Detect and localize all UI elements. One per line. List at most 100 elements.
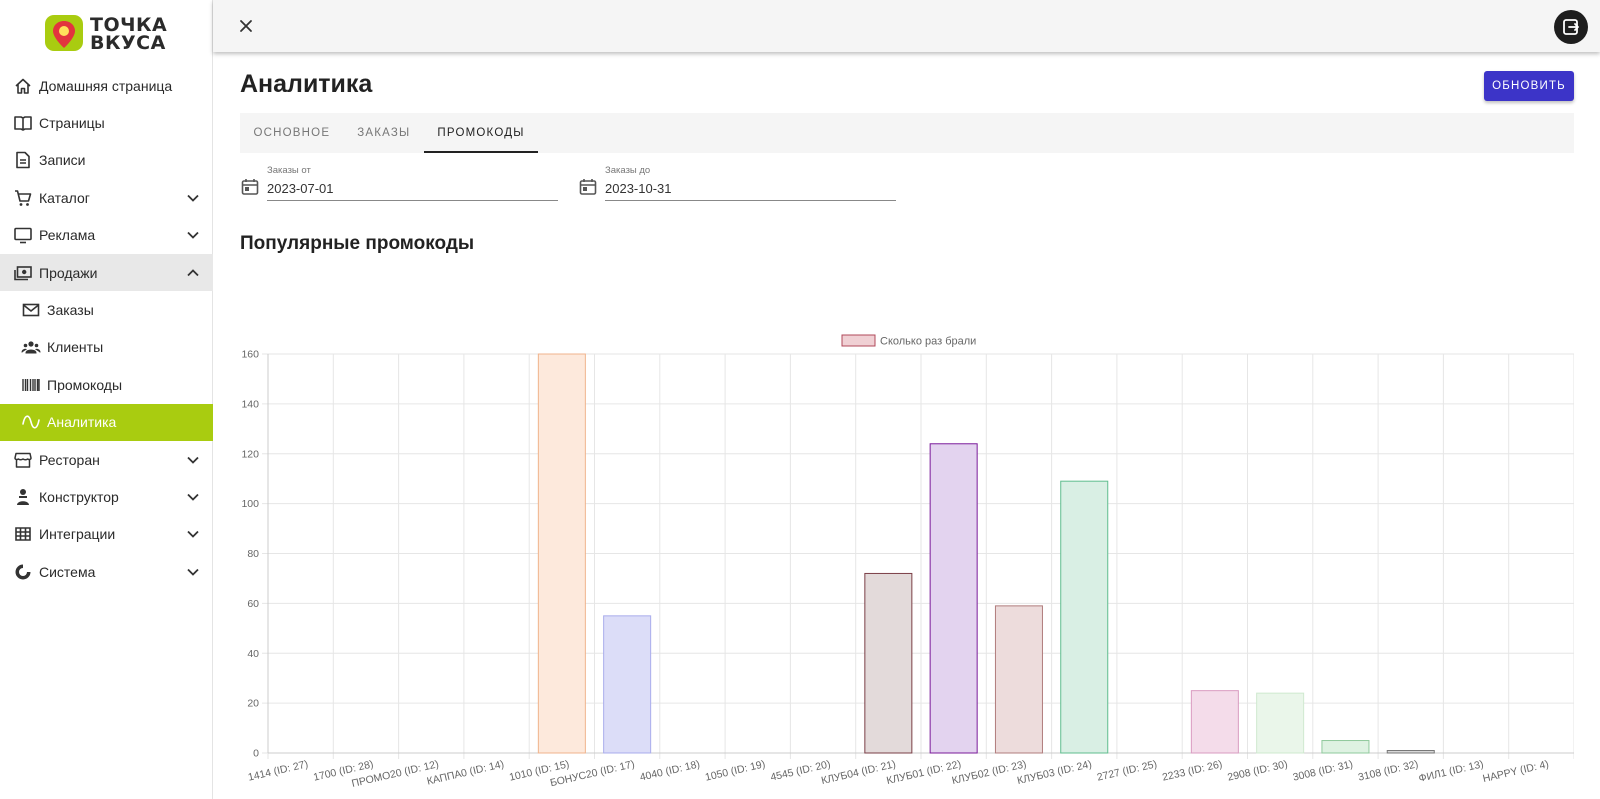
app-root: ТОЧКА ВКУСА Домашняя страница Страницы Зап… <box>0 0 1600 799</box>
y-tick-label: 40 <box>247 648 259 660</box>
x-tick-label: КЛУБ03 (ID: 24) <box>1016 758 1093 787</box>
y-tick-label: 120 <box>241 448 259 460</box>
x-tick-label: ФИЛ1 (ID: 13) <box>1418 758 1485 785</box>
sidebar-item-label: Система <box>39 563 96 580</box>
donut-icon <box>12 561 34 583</box>
home-icon <box>12 75 34 97</box>
sidebar-item-label: Интеграции <box>39 526 116 543</box>
sidebar-item-label: Продажи <box>39 264 98 281</box>
x-tick-label: КЛУБ01 (ID: 22) <box>885 758 962 787</box>
sidebar-item-label: Клиенты <box>47 339 104 356</box>
chart-bar <box>1321 740 1370 754</box>
x-tick-label: 1050 (ID: 19) <box>704 758 766 783</box>
section-title: Популярные промокоды <box>240 233 475 254</box>
sidebar-item-label: Каталог <box>39 189 90 206</box>
x-tick-label: 3108 (ID: 32) <box>1357 758 1419 783</box>
chart-bar <box>1256 692 1305 754</box>
book-icon <box>12 112 34 134</box>
tab-promocodes[interactable]: ПРОМОКОДЫ <box>423 113 539 153</box>
date-to-field: Заказы до <box>578 165 896 205</box>
y-tick-label: 100 <box>241 498 259 510</box>
date-from-input[interactable] <box>267 177 558 201</box>
chevron-up-icon[interactable] <box>185 265 201 281</box>
monitor-icon <box>12 224 34 246</box>
location-pin-icon <box>44 13 84 55</box>
sidebar-item-promocodes[interactable]: Промокоды <box>0 366 213 403</box>
sidebar-item-posts[interactable]: Записи <box>0 142 213 179</box>
promocodes-bar-chart: 0204060801001201401601414 (ID: 27) 1700 (… <box>241 334 1574 790</box>
sidebar-item-system[interactable]: Система <box>0 553 213 590</box>
sidebar-item-label: Записи <box>39 152 86 169</box>
sidebar-item-orders[interactable]: Заказы <box>0 291 213 328</box>
top-bar <box>213 0 1600 52</box>
date-to-input[interactable] <box>605 177 896 201</box>
chevron-down-icon[interactable] <box>185 190 201 206</box>
sidebar-item-label: Ресторан <box>39 451 100 468</box>
chart-bar <box>994 605 1043 754</box>
sidebar-item-ads[interactable]: Реклама <box>0 217 213 254</box>
sidebar-item-label: Домашняя страница <box>39 77 173 94</box>
barcode-icon <box>20 374 42 396</box>
people-icon <box>20 336 42 358</box>
y-tick-label: 160 <box>241 349 259 361</box>
sidebar-item-home[interactable]: Домашняя страница <box>0 67 213 104</box>
cart-icon <box>12 187 34 209</box>
date-from-field: Заказы от <box>240 165 558 205</box>
chart-bar <box>537 353 586 754</box>
x-tick-label: 3008 (ID: 31) <box>1292 758 1354 783</box>
chevron-down-icon[interactable] <box>185 227 201 243</box>
chevron-down-icon[interactable] <box>185 526 201 542</box>
y-tick-label: 140 <box>241 398 259 410</box>
y-tick-label: 80 <box>247 548 259 560</box>
x-tick-label: HAPPY (ID: 4) <box>1482 758 1550 785</box>
date-to-label: Заказы до <box>605 165 651 176</box>
chef-icon <box>12 486 34 508</box>
cash-icon <box>12 262 34 284</box>
tab-bar: ОСНОВНОЕ ЗАКАЗЫ ПРОМОКОДЫ <box>240 113 1574 153</box>
sidebar-item-integrations[interactable]: Интеграции <box>0 516 213 553</box>
sidebar-nav: Домашняя страница Страницы Записи Каталог Ре… <box>0 67 213 590</box>
x-tick-label: 1414 (ID: 27) <box>247 758 309 783</box>
sidebar: ТОЧКА ВКУСА Домашняя страница Страницы Зап… <box>0 0 213 799</box>
legend-label: Сколько раз брали <box>880 336 976 348</box>
x-tick-label: 2727 (ID: 25) <box>1096 758 1158 783</box>
sidebar-item-catalog[interactable]: Каталог <box>0 179 213 216</box>
sidebar-item-label: Страницы <box>39 115 105 132</box>
logout-button[interactable] <box>1554 10 1588 44</box>
x-tick-label: КЛУБ04 (ID: 21) <box>820 758 897 787</box>
chart-bar <box>929 443 978 754</box>
sidebar-item-label: Реклама <box>39 227 96 244</box>
store-icon <box>12 449 34 471</box>
x-tick-label: 2233 (ID: 26) <box>1161 758 1223 783</box>
document-icon <box>12 149 34 171</box>
tab-orders[interactable]: ЗАКАЗЫ <box>344 113 424 153</box>
sidebar-item-restaurant[interactable]: Ресторан <box>0 441 213 478</box>
tab-main[interactable]: ОСНОВНОЕ <box>240 113 344 153</box>
sidebar-item-label: Заказы <box>47 302 94 319</box>
refresh-button[interactable]: ОБНОВИТЬ <box>1484 71 1574 101</box>
chevron-down-icon[interactable] <box>185 452 201 468</box>
chart-bar <box>603 615 652 754</box>
sidebar-item-label: Конструктор <box>39 488 119 505</box>
sidebar-item-sales[interactable]: Продажи <box>0 253 213 292</box>
x-tick-label: 4040 (ID: 18) <box>639 758 701 783</box>
sidebar-item-clients[interactable]: Клиенты <box>0 329 213 366</box>
legend-swatch <box>841 334 876 347</box>
page-title: Аналитика <box>240 70 373 98</box>
y-tick-label: 20 <box>247 698 259 710</box>
calendar-icon[interactable] <box>240 177 260 197</box>
close-icon[interactable] <box>235 15 257 37</box>
sidebar-item-analytics[interactable]: Аналитика <box>0 403 213 441</box>
y-tick-label: 60 <box>247 598 259 610</box>
brand-logo[interactable]: ТОЧКА ВКУСА <box>44 12 174 56</box>
calendar-icon[interactable] <box>578 177 598 197</box>
chevron-down-icon[interactable] <box>185 489 201 505</box>
chart-bar <box>864 572 913 754</box>
x-tick-label: 2908 (ID: 30) <box>1226 758 1288 783</box>
sidebar-item-constructor[interactable]: Конструктор <box>0 478 213 515</box>
chart-bar <box>1386 750 1435 754</box>
logo-line-2: ВКУСА <box>90 32 166 54</box>
chevron-down-icon[interactable] <box>185 564 201 580</box>
sidebar-item-pages[interactable]: Страницы <box>0 104 213 141</box>
date-from-label: Заказы от <box>267 165 311 176</box>
